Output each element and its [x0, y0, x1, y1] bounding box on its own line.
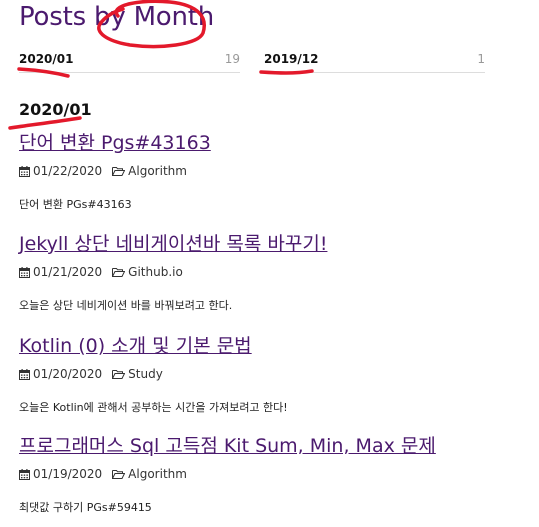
month-tab-count: 19 [224, 52, 240, 66]
month-section-heading: 2020/01 [19, 100, 92, 119]
post-meta: 01/20/2020 Study [19, 366, 519, 382]
folder-open-icon [112, 369, 126, 379]
annotation-underline-heading [8, 116, 82, 130]
post-title-link[interactable]: Jekyll 상단 네비게이션바 목록 바꾸기! [19, 232, 519, 256]
post-date-text: 01/22/2020 [33, 164, 103, 178]
post-date: 01/22/2020 [19, 164, 102, 178]
post-date-text: 01/21/2020 [33, 265, 103, 279]
post-item: 프로그래머스 Sql 고득점 Kit Sum, Min, Max 문제 01/1… [19, 434, 519, 515]
post-category-text[interactable]: Algorithm [128, 467, 187, 481]
folder-open-icon [112, 469, 126, 479]
post-title-link[interactable]: 단어 변환 Pgs#43163 [19, 131, 519, 155]
post-item: Kotlin (0) 소개 및 기본 문법 01/20/2020 Study 오… [19, 334, 519, 415]
post-category[interactable]: Algorithm [112, 164, 187, 178]
post-category[interactable]: Github.io [112, 265, 183, 279]
post-meta: 01/21/2020 Github.io [19, 264, 519, 280]
month-tab-count: 1 [477, 52, 485, 66]
month-tab-label[interactable]: 2019/12 [264, 52, 318, 66]
month-tabs: 2020/01 19 2019/12 1 [19, 50, 539, 74]
folder-open-icon [112, 267, 126, 277]
calendar-icon [19, 468, 30, 480]
post-title-link[interactable]: Kotlin (0) 소개 및 기본 문법 [19, 334, 519, 358]
post-meta: 01/19/2020 Algorithm [19, 466, 519, 482]
post-category[interactable]: Algorithm [112, 467, 187, 481]
post-item: 단어 변환 Pgs#43163 01/22/2020 Algorithm 단어 … [19, 131, 519, 212]
page-title: Posts by Month [19, 2, 215, 32]
post-title-link[interactable]: 프로그래머스 Sql 고득점 Kit Sum, Min, Max 문제 [19, 434, 519, 458]
post-meta: 01/22/2020 Algorithm [19, 163, 519, 179]
month-tab-label[interactable]: 2020/01 [19, 52, 73, 66]
post-excerpt: 오늘은 상단 네비게이션 바를 바꿔보려고 한다. [19, 299, 233, 312]
calendar-icon [19, 368, 30, 380]
post-excerpt: 최댓값 구하기 PGs#59415 [19, 501, 152, 514]
post-category-text[interactable]: Github.io [128, 265, 183, 279]
post-date-text: 01/19/2020 [33, 467, 103, 481]
post-date: 01/21/2020 [19, 265, 102, 279]
post-category-text[interactable]: Study [128, 367, 163, 381]
post-category-text[interactable]: Algorithm [128, 164, 187, 178]
post-item: Jekyll 상단 네비게이션바 목록 바꾸기! 01/21/2020 Gith… [19, 232, 519, 313]
post-excerpt: 단어 변환 PGs#43163 [19, 198, 132, 211]
post-date: 01/20/2020 [19, 367, 102, 381]
calendar-icon [19, 266, 30, 278]
post-date-text: 01/20/2020 [33, 367, 103, 381]
post-date: 01/19/2020 [19, 467, 102, 481]
calendar-icon [19, 165, 30, 177]
post-category[interactable]: Study [112, 367, 163, 381]
month-tab-2020-01[interactable]: 2020/01 19 [19, 50, 240, 73]
folder-open-icon [112, 166, 126, 176]
post-excerpt: 오늘은 Kotlin에 관해서 공부하는 시간을 가져보려고 한다! [19, 401, 288, 414]
month-tab-2019-12[interactable]: 2019/12 1 [264, 50, 485, 73]
